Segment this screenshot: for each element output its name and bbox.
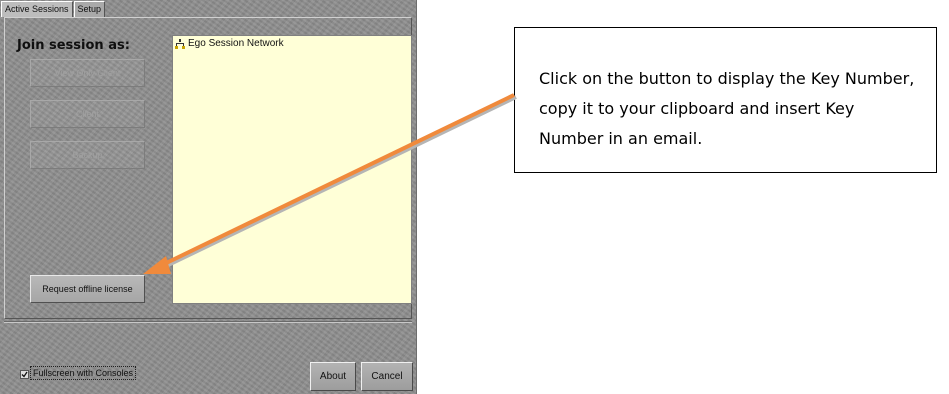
arrow-shadow — [159, 95, 517, 271]
arrow-head-icon — [143, 256, 171, 274]
arrow-line — [157, 93, 515, 269]
callout-arrow — [143, 93, 517, 274]
